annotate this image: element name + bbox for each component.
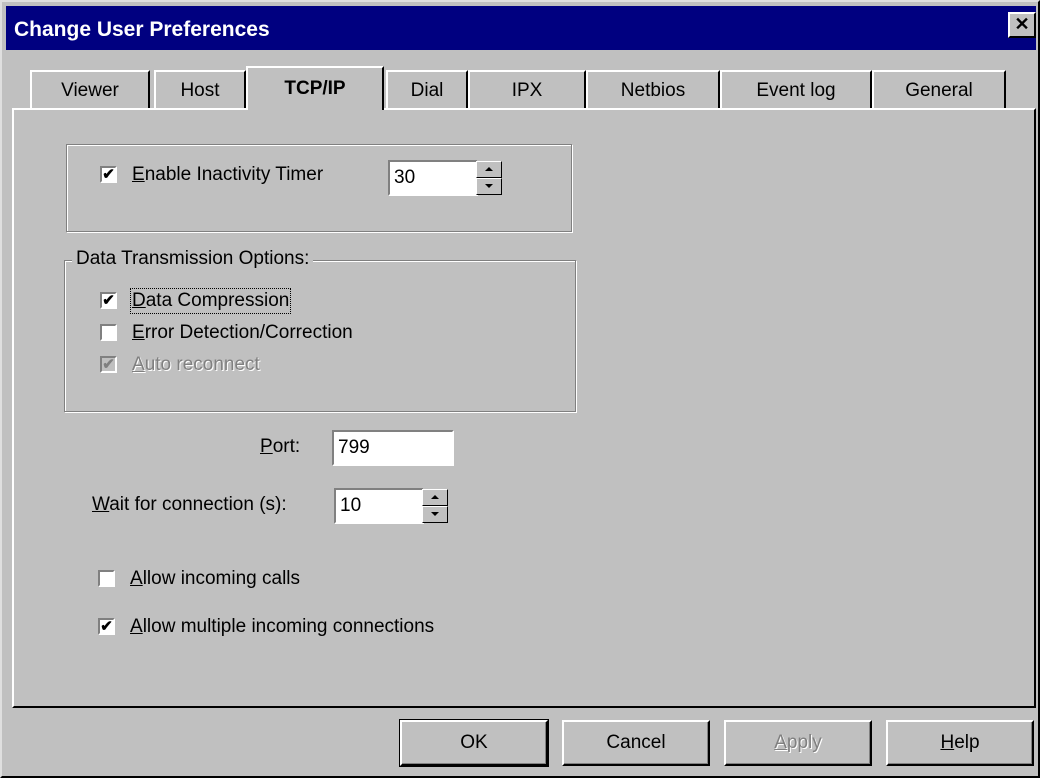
tab-label: Viewer <box>61 80 119 101</box>
inactivity-timer-input[interactable]: 30 <box>388 160 478 196</box>
wait-for-connection-label: Wait for connection (s): <box>92 494 287 515</box>
tab-general[interactable]: General <box>872 70 1006 110</box>
check-icon: ✔ <box>102 166 115 183</box>
port-input[interactable]: 799 <box>332 430 454 466</box>
window-title: Change User Preferences <box>14 18 270 41</box>
tab-label: Event log <box>756 80 836 101</box>
allow-incoming-calls-checkbox[interactable] <box>98 570 115 587</box>
tab-label: Netbios <box>620 80 686 101</box>
auto-reconnect-checkbox[interactable]: ✔ <box>100 356 117 373</box>
data-transmission-legend: Data Transmission Options: <box>72 248 314 270</box>
title-bar: Change User Preferences <box>6 6 1036 50</box>
close-icon: ✕ <box>1014 14 1030 34</box>
check-icon: ✔ <box>102 292 115 309</box>
apply-button[interactable]: Apply <box>724 720 872 766</box>
cancel-button[interactable]: Cancel <box>562 720 710 766</box>
allow-multiple-connections-label[interactable]: Allow multiple incoming connections <box>130 616 434 638</box>
dialog-window: Change User Preferences ✕ Viewer Host TC… <box>0 0 1040 778</box>
wait-for-connection-input[interactable]: 10 <box>334 488 424 524</box>
tab-viewer[interactable]: Viewer <box>30 70 150 110</box>
inactivity-timer-checkbox[interactable]: ✔ <box>100 166 117 183</box>
spin-down-icon[interactable] <box>476 178 502 195</box>
tab-host[interactable]: Host <box>154 70 246 110</box>
ok-button[interactable]: OK <box>399 719 549 767</box>
close-button[interactable]: ✕ <box>1008 12 1036 38</box>
error-detection-checkbox[interactable] <box>100 324 117 341</box>
allow-incoming-calls-label[interactable]: Allow incoming calls <box>130 568 300 590</box>
spin-down-icon[interactable] <box>422 506 448 523</box>
tab-label: General <box>905 80 973 101</box>
tab-ipx[interactable]: IPX <box>468 70 586 110</box>
tab-label: Host <box>180 80 220 101</box>
allow-multiple-connections-checkbox[interactable]: ✔ <box>98 618 115 635</box>
tab-label: IPX <box>511 80 543 101</box>
inactivity-timer-spinner[interactable] <box>476 161 502 195</box>
check-icon: ✔ <box>100 618 113 635</box>
tab-label: Dial <box>410 80 444 101</box>
error-detection-label[interactable]: Error Detection/Correction <box>132 322 353 344</box>
data-compression-checkbox[interactable]: ✔ <box>100 292 117 309</box>
help-button[interactable]: Help <box>886 720 1034 766</box>
data-compression-label[interactable]: Data Compression <box>129 288 292 314</box>
auto-reconnect-label[interactable]: Auto reconnect <box>132 354 260 376</box>
spin-up-icon[interactable] <box>476 161 502 178</box>
tab-netbios[interactable]: Netbios <box>586 70 720 110</box>
tab-tcpip[interactable]: TCP/IP <box>246 66 384 110</box>
tab-event-log[interactable]: Event log <box>720 70 872 110</box>
inactivity-timer-label[interactable]: Enable Inactivity Timer <box>132 164 323 186</box>
port-label: Port: <box>260 436 301 457</box>
wait-for-connection-spinner[interactable] <box>422 489 448 523</box>
tab-panel-tcpip: ✔ Enable Inactivity Timer 30 Data Transm… <box>12 108 1036 708</box>
tab-dial[interactable]: Dial <box>386 70 468 110</box>
tab-label: TCP/IP <box>284 78 346 99</box>
check-icon: ✔ <box>102 356 115 373</box>
spin-up-icon[interactable] <box>422 489 448 506</box>
